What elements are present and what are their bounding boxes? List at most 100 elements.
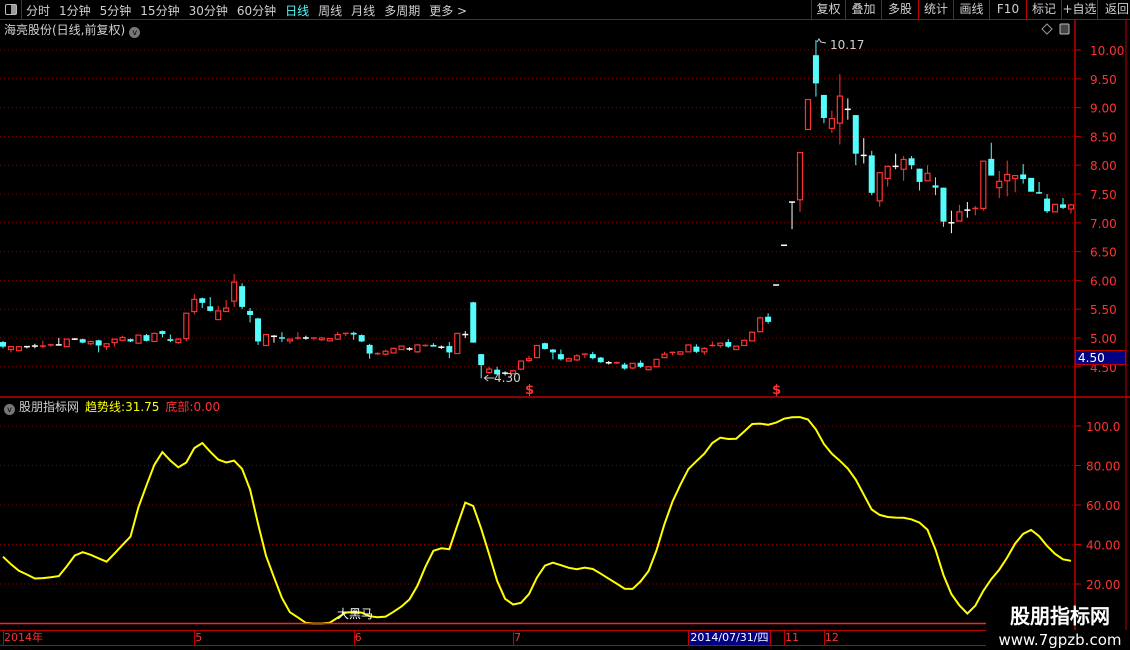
candle-body — [868, 155, 875, 193]
candle-body — [334, 333, 341, 340]
candle-body — [103, 343, 110, 348]
candle-body — [645, 366, 652, 371]
candle-body — [836, 95, 843, 124]
date-label: 6 — [354, 631, 362, 644]
candle-body — [382, 350, 389, 355]
candle-body — [884, 165, 891, 180]
price-tick-label: 9.50 — [1090, 73, 1117, 87]
candle-body — [804, 98, 812, 131]
candle-body — [1028, 177, 1035, 192]
date-axis: 2014/07/31/四 2014年 5 6 7 11 12 — [0, 630, 986, 646]
high-marker-icon — [816, 38, 827, 44]
candle-body — [677, 351, 684, 355]
high-price-label: 10.17 — [830, 38, 865, 52]
candle-body — [247, 310, 254, 315]
price-tick-label: 9.00 — [1090, 102, 1117, 116]
date-label: 2014年 — [4, 631, 43, 644]
chevron-down-icon[interactable]: v — [4, 404, 15, 415]
candle-body — [255, 318, 262, 342]
candle-body — [1044, 198, 1051, 212]
candle-body — [127, 339, 134, 342]
candle-body — [988, 158, 995, 176]
candle-body — [1067, 204, 1075, 210]
candle-body — [95, 340, 102, 346]
indicator-tick-label: 40.00 — [1086, 539, 1120, 553]
candle-body — [262, 333, 270, 347]
bottom-label: 底部: — [165, 400, 194, 414]
candle-body — [446, 346, 453, 353]
indicator-name: 股朋指标网 — [19, 400, 80, 414]
candle-body — [733, 345, 740, 351]
watermark-url: www.7gpzb.com — [998, 631, 1122, 649]
indicator-tick-label: 100.0 — [1086, 420, 1120, 434]
indicator-tick-label: 80.00 — [1086, 460, 1120, 474]
cursor-price-label: 4.50 — [1075, 350, 1126, 365]
watermark-title: 股朋指标网 — [1010, 604, 1110, 628]
candle-body — [517, 360, 525, 370]
indicator-title: v 股朋指标网 趋势线:31.75 底部:0.00 — [4, 398, 220, 415]
candle-body — [454, 332, 461, 355]
candle-body — [183, 312, 190, 340]
candle-body — [318, 337, 325, 341]
candle-body — [852, 115, 859, 154]
low-marker-icon — [483, 374, 495, 382]
candle-body — [996, 180, 1003, 189]
candle-body — [573, 355, 580, 361]
candle-body — [87, 340, 94, 345]
candle-body — [111, 338, 118, 344]
candle-body — [1012, 174, 1019, 180]
candle-body — [215, 310, 222, 321]
candle-body — [549, 349, 556, 353]
candle-body — [661, 353, 668, 359]
candle-body — [876, 172, 883, 202]
candle-body — [486, 368, 493, 374]
bottom-value: 0.00 — [193, 400, 221, 414]
price-tick-label: 6.00 — [1090, 274, 1117, 288]
candle-body — [653, 358, 660, 368]
candle-body — [15, 346, 23, 352]
candle-body — [414, 344, 421, 353]
candle-body — [828, 117, 835, 129]
candle-body — [63, 338, 70, 348]
watermark: 股朋指标网 www.7gpzb.com — [990, 600, 1130, 649]
annotation-label: 大黑马 — [337, 607, 374, 621]
candle-body — [231, 281, 238, 302]
candle-body — [135, 334, 142, 344]
candle-body — [207, 306, 214, 311]
candle-body — [223, 307, 230, 313]
price-tick-label: 5.00 — [1090, 332, 1117, 346]
price-tick-label: 5.50 — [1090, 303, 1117, 317]
indicator-tick-label: 60.00 — [1086, 499, 1120, 513]
candle-body — [749, 331, 756, 342]
candle-body — [7, 346, 15, 351]
price-tick-label: 8.50 — [1090, 130, 1117, 144]
candle-body — [159, 331, 166, 334]
low-price-label: 4.30 — [494, 371, 521, 385]
candle-body — [143, 335, 150, 341]
signal-dollar-icon: $ — [525, 383, 534, 398]
candle-body — [478, 354, 485, 366]
candle-body — [820, 94, 827, 118]
candle-body — [390, 347, 397, 354]
candle-body — [900, 158, 907, 170]
candle-body — [796, 151, 804, 201]
candle-body — [908, 158, 915, 166]
trend-label: 趋势线: — [85, 400, 126, 414]
date-label: 12 — [824, 631, 839, 644]
candle-body — [358, 335, 365, 342]
signal-dollar-icon: $ — [772, 383, 781, 398]
candle-body — [621, 364, 628, 369]
candle-body — [470, 302, 477, 343]
trend-line — [2, 416, 1072, 625]
cursor-date-label: 2014/07/31/四 — [688, 630, 771, 646]
price-tick-label: 7.50 — [1090, 188, 1117, 202]
panel-layout-icon — [1059, 23, 1070, 35]
price-tick-label: 6.50 — [1090, 246, 1117, 260]
candle-body — [685, 344, 692, 353]
candle-body — [757, 317, 764, 333]
candle-body — [366, 344, 373, 354]
chart-canvas[interactable]: 10.00 9.50 9.00 8.50 8.00 7.50 7.00 6.50 6.00 5.5… — [0, 0, 1130, 650]
price-tick-label: 7.00 — [1090, 217, 1117, 231]
candle-body — [916, 168, 923, 182]
candle-body — [191, 298, 198, 313]
